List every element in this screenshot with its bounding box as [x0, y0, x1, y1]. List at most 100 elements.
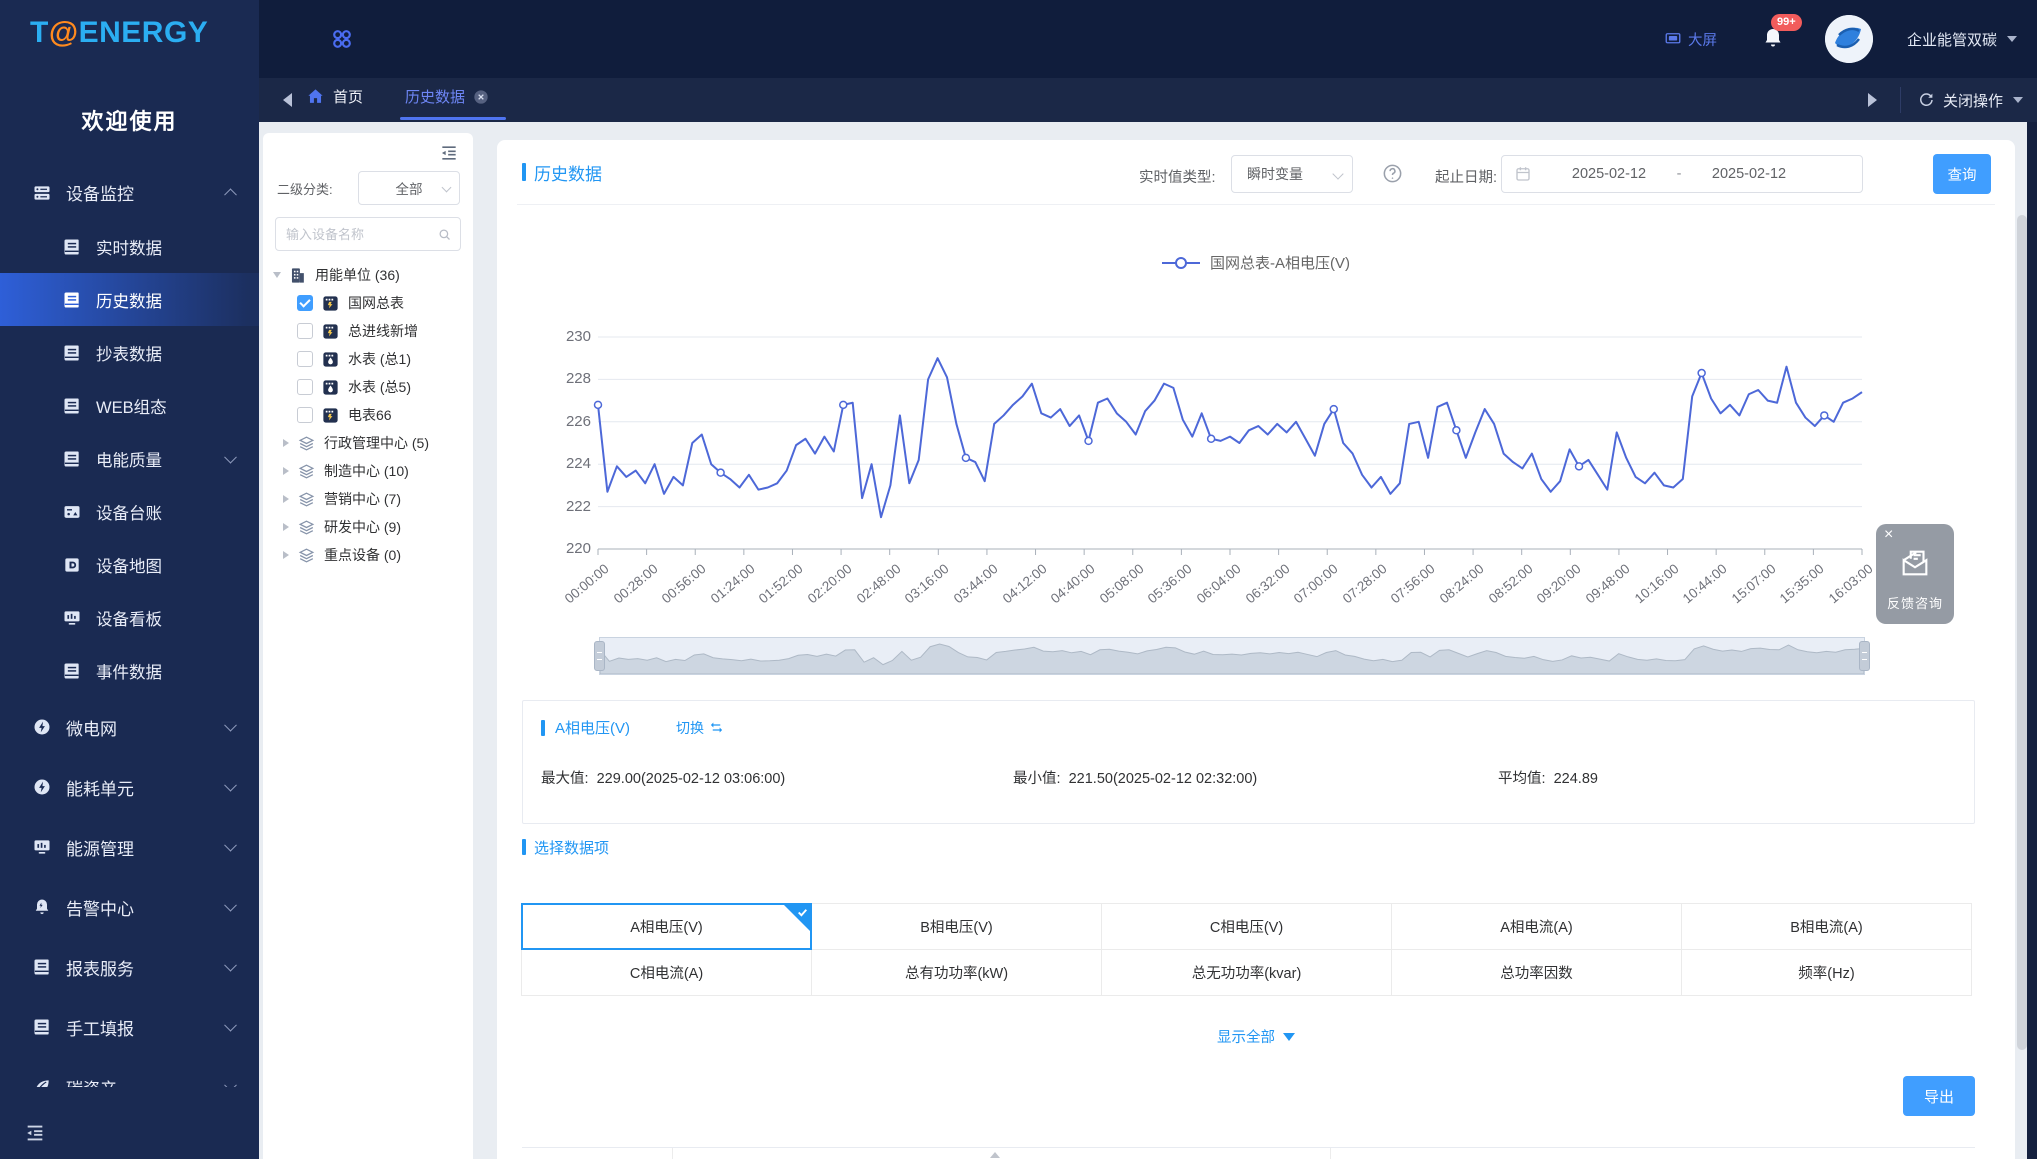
datazoom-right-handle[interactable]: [1859, 641, 1870, 671]
x-tick-label: 09:20:00: [1534, 561, 1584, 606]
data-item-cell[interactable]: B相电流(A): [1681, 903, 1972, 950]
chevron-down-icon: [224, 899, 237, 912]
sidebar-item-label: 实时数据: [96, 235, 162, 259]
big-screen-button[interactable]: 大屏: [1664, 29, 1717, 50]
caret-down-icon[interactable]: [273, 272, 281, 278]
sidebar-item-realtime-data[interactable]: 实时数据: [0, 220, 259, 273]
checkbox[interactable]: [297, 407, 313, 423]
tree-node-root[interactable]: 用能单位 (36): [263, 261, 473, 289]
sidebar-item-report-service[interactable]: 报表服务: [0, 937, 259, 997]
tree-node-center[interactable]: 营销中心 (7): [263, 485, 473, 513]
data-item-label: 总功率因数: [1500, 962, 1573, 983]
tree-node-center[interactable]: 制造中心 (10): [263, 457, 473, 485]
data-item-grid: A相电压(V)B相电压(V)C相电压(V) A相电流(A) B相电流(A) C相电流(…: [522, 904, 1978, 996]
device-search-input[interactable]: [275, 217, 461, 251]
sidebar-item-device-board[interactable]: 设备看板: [0, 591, 259, 644]
sidebar-item-meter-reading-data[interactable]: 抄表数据: [0, 326, 259, 379]
sidebar-item-microgrid[interactable]: 微电网: [0, 697, 259, 757]
data-item-cell[interactable]: C相电流(A): [521, 949, 812, 996]
checkbox[interactable]: [297, 323, 313, 339]
sidebar-item-web-scada[interactable]: WEB组态: [0, 379, 259, 432]
refresh-icon[interactable]: [1917, 91, 1935, 109]
tree-node-device[interactable]: 电表66: [263, 401, 473, 429]
ledger-icon: [62, 502, 82, 522]
sidebar-item-carbon-asset[interactable]: 碳资产: [0, 1057, 259, 1087]
data-item-cell[interactable]: 总无功功率(kvar): [1101, 949, 1392, 996]
data-item-label: A相电流(A): [1500, 916, 1573, 937]
sidebar-item-history-data[interactable]: 历史数据: [0, 273, 259, 326]
map-icon: [62, 555, 82, 575]
sidebar-item-power-quality[interactable]: 电能质量: [0, 432, 259, 485]
panel-collapse-icon[interactable]: [439, 143, 459, 163]
tabs-forward-arrow[interactable]: [1868, 93, 1877, 107]
caret-right-icon[interactable]: [283, 439, 289, 447]
tab-close-icon[interactable]: [473, 89, 489, 105]
help-icon[interactable]: [1381, 162, 1404, 185]
tabs-back-arrow[interactable]: [283, 93, 292, 107]
tree-node-device[interactable]: 水表 (总1): [263, 345, 473, 373]
switch-metric-link[interactable]: 切换: [676, 718, 724, 738]
data-item-cell[interactable]: A相电流(A): [1391, 903, 1682, 950]
data-item-cell[interactable]: 总有功功率(kW): [811, 949, 1102, 996]
chart-legend[interactable]: 国网总表-A相电压(V): [497, 252, 2015, 273]
category-select[interactable]: 全部: [358, 171, 460, 205]
tab-history-data[interactable]: 历史数据: [405, 86, 489, 107]
selector-accent-bar: [522, 839, 526, 855]
data-item-cell[interactable]: B相电压(V): [811, 903, 1102, 950]
home-tab[interactable]: 首页: [306, 86, 363, 107]
realtime-type-select[interactable]: 瞬时变量: [1231, 155, 1353, 193]
device-search: [275, 217, 461, 251]
caret-right-icon[interactable]: [283, 495, 289, 503]
sidebar-collapse-icon[interactable]: [24, 1122, 46, 1144]
sidebar-item-manual-fill[interactable]: 手工填报: [0, 997, 259, 1057]
checkbox[interactable]: [297, 379, 313, 395]
close-operation-dropdown[interactable]: 关闭操作: [1943, 90, 2023, 111]
tree-node-device[interactable]: 水表 (总5): [263, 373, 473, 401]
y-tick-label: 222: [545, 498, 591, 515]
tree-node-center[interactable]: 重点设备 (0): [263, 541, 473, 569]
sidebar-item-energy-mgmt[interactable]: 能源管理: [0, 817, 259, 877]
query-button[interactable]: 查询: [1933, 154, 1991, 194]
scrollbar-thumb[interactable]: [2017, 215, 2027, 1050]
data-item-cell[interactable]: A相电压(V): [521, 903, 812, 950]
caret-right-icon[interactable]: [283, 551, 289, 559]
notification-bell[interactable]: 99+: [1761, 26, 1785, 52]
close-icon[interactable]: ×: [1884, 526, 1893, 544]
sidebar-item-device-map[interactable]: 设备地图: [0, 538, 259, 591]
show-all-link[interactable]: 显示全部: [497, 1026, 2015, 1047]
tree-node-center[interactable]: 行政管理中心 (5): [263, 429, 473, 457]
user-avatar[interactable]: [1825, 15, 1873, 63]
chevron-down-icon: [442, 183, 452, 193]
caret-right-icon[interactable]: [283, 523, 289, 531]
caret-right-icon[interactable]: [283, 467, 289, 475]
tree-node-center[interactable]: 研发中心 (9): [263, 513, 473, 541]
sidebar-footer: [0, 1107, 259, 1159]
electric-meter-icon: [321, 294, 340, 313]
feedback-widget[interactable]: × 反馈咨询: [1876, 524, 1954, 624]
chevron-down-icon: [224, 450, 237, 463]
data-item-cell[interactable]: 总功率因数: [1391, 949, 1682, 996]
sidebar-item-event-data[interactable]: 事件数据: [0, 644, 259, 697]
tree-node-device[interactable]: 国网总表: [263, 289, 473, 317]
notification-badge: 99+: [1771, 14, 1802, 31]
export-button[interactable]: 导出: [1903, 1076, 1975, 1116]
data-item-cell[interactable]: 频率(Hz): [1681, 949, 1972, 996]
tree-node-label: 重点设备 (0): [324, 545, 401, 565]
date-end: 2025-02-12: [1694, 166, 1804, 182]
checkbox[interactable]: [297, 351, 313, 367]
y-tick-label: 230: [545, 328, 591, 345]
sidebar-item-alarm-center[interactable]: 告警中心: [0, 877, 259, 937]
date-range-picker[interactable]: 2025-02-12 - 2025-02-12: [1501, 155, 1863, 193]
org-selector[interactable]: 企业能管双碳: [1907, 29, 2017, 50]
tree-node-device[interactable]: 总进线新增: [263, 317, 473, 345]
apps-grid-icon[interactable]: [329, 26, 355, 52]
data-item-cell[interactable]: C相电压(V): [1101, 903, 1392, 950]
sidebar-item-device-monitor[interactable]: 设备监控: [0, 165, 259, 220]
board-icon: [32, 837, 52, 857]
checkbox[interactable]: [297, 295, 313, 311]
datazoom-left-handle[interactable]: [594, 641, 605, 671]
y-tick-label: 224: [545, 455, 591, 472]
sidebar-item-device-ledger[interactable]: 设备台账: [0, 485, 259, 538]
datazoom-slider[interactable]: [599, 637, 1865, 675]
sidebar-item-energy-unit[interactable]: 能耗单元: [0, 757, 259, 817]
